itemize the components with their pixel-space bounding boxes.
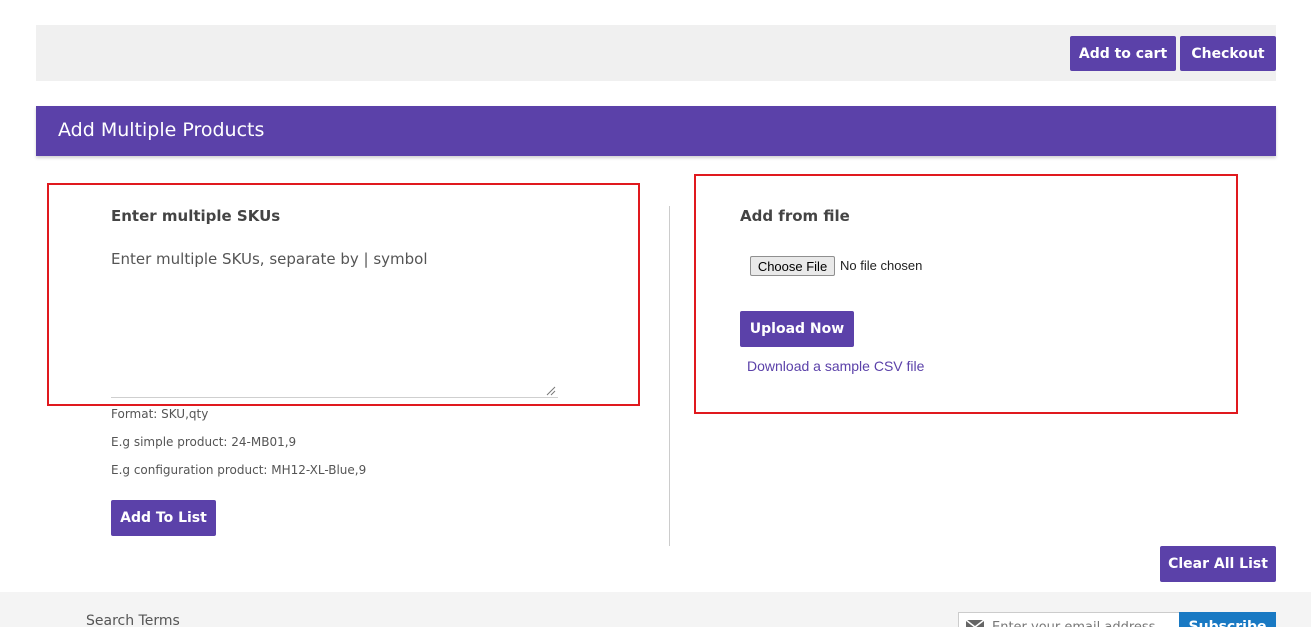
page-title: Add Multiple Products [58,119,265,141]
email-input[interactable] [992,616,1174,627]
upload-now-button[interactable]: Upload Now [740,311,854,347]
format-hint: Format: SKU,qty [111,407,209,421]
add-to-list-button[interactable]: Add To List [111,500,216,536]
simple-product-example: E.g simple product: 24-MB01,9 [111,435,297,449]
sku-heading: Enter multiple SKUs [111,207,281,225]
column-divider [669,206,670,546]
sample-csv-link[interactable]: Download a sample CSV file [747,358,924,374]
clear-all-list-button[interactable]: Clear All List [1160,546,1276,582]
section-banner: Add Multiple Products [36,106,1276,156]
file-status: No file chosen [840,258,923,273]
resize-grip-icon[interactable] [546,386,556,396]
mail-icon [966,620,984,627]
subscribe-button[interactable]: Subscribe [1179,612,1276,627]
add-to-cart-button[interactable]: Add to cart [1070,36,1176,71]
checkout-button[interactable]: Checkout [1180,36,1276,71]
choose-file-button[interactable]: Choose File [750,256,835,276]
configuration-product-example: E.g configuration product: MH12-XL-Blue,… [111,463,367,477]
sku-textarea[interactable] [111,250,558,398]
file-heading: Add from file [740,207,850,225]
search-terms-link[interactable]: Search Terms [86,613,180,627]
